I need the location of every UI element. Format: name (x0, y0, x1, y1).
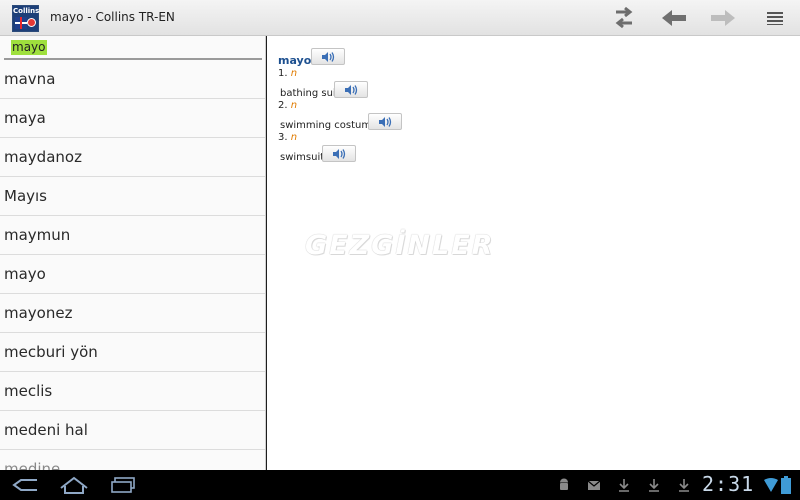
app-title: mayo - Collins TR-EN (50, 10, 175, 24)
forward-arrow-icon (711, 10, 735, 26)
word-list-pane: mayo mavna maya maydanoz Mayıs maymun ma… (0, 36, 266, 470)
list-item[interactable]: mayo (0, 255, 265, 294)
word-list: mavna maya maydanoz Mayıs maymun mayo ma… (0, 60, 265, 470)
nav-back-button[interactable] (10, 474, 40, 496)
back-button[interactable] (656, 4, 692, 32)
sense-3-translation-row: swimsuit (278, 142, 356, 164)
list-item[interactable]: maya (0, 99, 265, 138)
swap-languages-button[interactable] (606, 4, 642, 32)
list-item[interactable]: medeni hal (0, 411, 265, 450)
list-item[interactable]: meclis (0, 372, 265, 411)
gmail-icon[interactable] (587, 478, 601, 492)
app-window: Collins mayo - Collins TR-EN mayo mavna … (0, 0, 800, 500)
list-item[interactable]: mayonez (0, 294, 265, 333)
speaker-icon (322, 51, 335, 62)
list-item[interactable]: mecburi yön (0, 333, 265, 372)
list-item[interactable]: mavna (0, 60, 265, 99)
system-bar: 2:31 (0, 470, 800, 500)
speaker-icon (333, 148, 346, 159)
translation: swimsuit (280, 152, 325, 163)
app-icon-label: Collins (13, 7, 40, 15)
translation: swimming costume (280, 120, 378, 131)
overflow-menu-button[interactable] (757, 4, 793, 32)
menu-icon (767, 12, 783, 25)
swap-icon (615, 6, 633, 29)
nav-home-button[interactable] (58, 474, 90, 496)
sense-1-translation-row: bathing suit (278, 78, 368, 100)
dictionary-entry: mayo 1. n bathing suit 2. n swimming cos… (278, 48, 402, 164)
back-arrow-icon (662, 10, 686, 26)
wifi-icon[interactable] (764, 477, 778, 493)
search-input[interactable]: mayo (4, 38, 262, 60)
pronounce-translation-2-button[interactable] (368, 113, 402, 130)
pronounce-headword-button[interactable] (311, 48, 345, 65)
speaker-icon (379, 116, 392, 127)
home-icon (60, 476, 88, 494)
watermark: GEZGİNLER (305, 230, 495, 261)
back-icon (12, 479, 37, 491)
uk-flag-icon (15, 17, 27, 29)
nav-recents-button[interactable] (108, 474, 138, 496)
download-icon[interactable] (677, 478, 691, 492)
clock[interactable]: 2:31 (702, 472, 754, 496)
tr-flag-icon (27, 18, 36, 27)
list-item[interactable]: maymun (0, 216, 265, 255)
sense-2-translation-row: swimming costume (278, 110, 402, 132)
speaker-icon (345, 84, 358, 95)
sense-2: 2. n (278, 100, 297, 111)
android-icon[interactable] (557, 478, 571, 492)
sense-3: 3. n (278, 132, 297, 143)
list-item[interactable]: Mayıs (0, 177, 265, 216)
translation: bathing suit (280, 88, 340, 99)
headword: mayo (278, 54, 312, 67)
pronounce-translation-3-button[interactable] (322, 145, 356, 162)
pronounce-translation-1-button[interactable] (334, 81, 368, 98)
list-item[interactable]: maydanoz (0, 138, 265, 177)
sense-1: 1. n (278, 68, 297, 79)
collins-app-icon[interactable]: Collins (12, 5, 39, 32)
search-value: mayo (11, 40, 47, 55)
entry-pane: mayo 1. n bathing suit 2. n swimming cos… (267, 36, 800, 470)
download-icon[interactable] (617, 478, 631, 492)
battery-icon[interactable] (781, 476, 791, 494)
download-icon[interactable] (647, 478, 661, 492)
list-item[interactable]: medine (0, 450, 265, 470)
recent-apps-icon (111, 477, 135, 493)
forward-button[interactable] (705, 4, 741, 32)
action-bar: Collins mayo - Collins TR-EN (0, 0, 800, 36)
